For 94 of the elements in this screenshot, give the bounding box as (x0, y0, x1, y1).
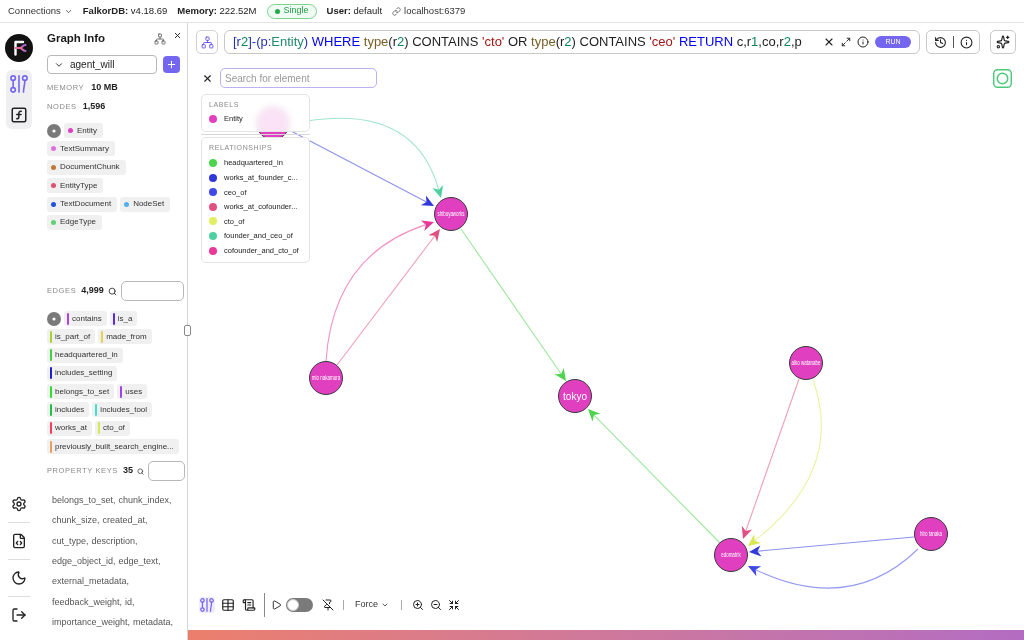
property-key: belongs_to_set, (52, 494, 116, 507)
host-text: localhost:6379 (404, 3, 466, 18)
chevron-down-icon (381, 601, 389, 609)
logo-icon[interactable] (5, 34, 33, 62)
property-key: metadata, (133, 615, 174, 628)
graph-node[interactable] (309, 361, 343, 395)
network-icon (200, 35, 214, 49)
property-key: edge_text, (118, 554, 161, 567)
edge-type-chip[interactable]: includes_tool (92, 402, 153, 418)
graph-icon[interactable] (10, 75, 28, 93)
close-icon[interactable] (823, 36, 835, 48)
label-chip[interactable]: TextSummary (47, 141, 115, 157)
moon-icon[interactable] (11, 570, 27, 586)
code-file-icon[interactable] (11, 533, 27, 549)
property-key: id, (125, 595, 135, 608)
property-key: chunk_index, (118, 494, 172, 507)
graph-node[interactable] (558, 379, 592, 413)
edge-type-chip[interactable]: previously_built_search_engine... (47, 439, 179, 455)
toggle-switch[interactable] (286, 598, 313, 612)
property-key: importance_weight, (52, 615, 131, 628)
property-key: chunk_size, (52, 514, 100, 527)
edge-type-chip[interactable]: includes_setting (47, 365, 118, 381)
property-key: description, (91, 534, 138, 547)
query-text: [r2]-(p:Entity) WHERE type(r2) CONTAINS 'cto' OR type(r2) CONTAINS 'ceo' RETURN c,r1,co,r2,p (233, 33, 802, 52)
memory-value: 10 MB (91, 81, 118, 95)
edge-type-chip[interactable]: headquartered_in (47, 347, 123, 363)
scroll-icon[interactable] (241, 597, 257, 613)
label-chip[interactable]: TextDocument (47, 196, 118, 212)
shrink-icon[interactable] (448, 599, 460, 611)
connections-menu[interactable]: Connections (8, 3, 73, 19)
circle-dot-icon[interactable] (47, 311, 61, 326)
edge-type-chip[interactable]: works_at (47, 420, 92, 436)
play-icon[interactable] (271, 599, 282, 611)
edges-value: 4,999 (81, 284, 104, 298)
graph-node[interactable] (914, 517, 948, 551)
function-icon[interactable] (10, 106, 28, 124)
edge-type-chip[interactable]: made_from (98, 329, 152, 345)
property-search-field[interactable] (148, 461, 185, 482)
mode-label: Single (283, 4, 309, 18)
info-icon[interactable] (959, 35, 973, 49)
ai-button[interactable] (990, 30, 1016, 54)
layout-select[interactable]: Force (355, 598, 389, 612)
label-chip[interactable]: DocumentChunk (47, 159, 126, 175)
edge-type-chip[interactable]: is_part_of (47, 329, 96, 345)
property-key: created_at, (102, 514, 148, 527)
edge-type-chip[interactable]: is_a (109, 311, 138, 326)
edge-type-chip[interactable]: cto_of (95, 420, 130, 436)
graph-select[interactable]: agent_will (47, 55, 157, 74)
edge-type-chip[interactable]: includes (47, 402, 90, 418)
search-field[interactable]: Search for element (220, 68, 377, 88)
label-chip[interactable]: EntityType (47, 178, 104, 194)
pin-off-icon[interactable] (322, 599, 334, 611)
edge-type-chip[interactable]: uses (117, 384, 148, 400)
zoom-in-icon[interactable] (412, 599, 424, 611)
property-key: external_metadata, (52, 575, 130, 588)
close-icon[interactable] (173, 31, 182, 40)
search-icon (107, 286, 117, 296)
graph-node[interactable] (789, 346, 823, 380)
node-label: tokyo (563, 390, 587, 402)
close-icon[interactable] (202, 72, 213, 84)
label-chip[interactable]: Entity (64, 123, 103, 138)
network-icon[interactable] (154, 33, 166, 45)
zoom-out-icon[interactable] (430, 599, 442, 611)
property-keys-value: 35 (122, 464, 133, 478)
label-chip[interactable]: EdgeType (47, 214, 103, 230)
property-key: feedback_weight, (52, 595, 123, 608)
plus-icon (166, 59, 177, 70)
edge-type-chip[interactable]: contains (64, 311, 107, 326)
graph-node[interactable] (714, 538, 748, 572)
memory-text: Memory: 222.52M (177, 3, 257, 18)
expand-icon[interactable] (841, 37, 851, 47)
graph-node[interactable] (434, 197, 468, 231)
label-chip[interactable]: NodeSet (120, 196, 171, 212)
logout-icon[interactable] (11, 607, 27, 623)
property-key: edge_object_id, (52, 554, 116, 567)
resize-handle[interactable] (184, 325, 191, 336)
edge-type-chip[interactable]: belongs_to_set (47, 384, 115, 400)
link-icon (392, 6, 402, 16)
settings-icon[interactable] (11, 496, 27, 512)
graph-mode-button[interactable] (196, 30, 218, 54)
history-icon[interactable] (933, 35, 947, 49)
nodes-value: 1,596 (82, 100, 106, 114)
info-icon[interactable] (857, 36, 869, 48)
graph-icon[interactable] (199, 597, 215, 613)
panel-title: Graph Info (47, 31, 106, 46)
circle-dot-icon[interactable] (47, 123, 61, 138)
edge-search-field[interactable] (120, 281, 184, 301)
property-key: cut_type, (52, 534, 89, 547)
search-icon (136, 466, 144, 476)
table-icon[interactable] (220, 597, 236, 613)
add-graph-button[interactable] (163, 56, 180, 73)
version-text: FalkorDB: v4.18.69 (82, 3, 168, 18)
sparkles-icon (996, 35, 1010, 49)
user-text: User: default (326, 3, 383, 18)
